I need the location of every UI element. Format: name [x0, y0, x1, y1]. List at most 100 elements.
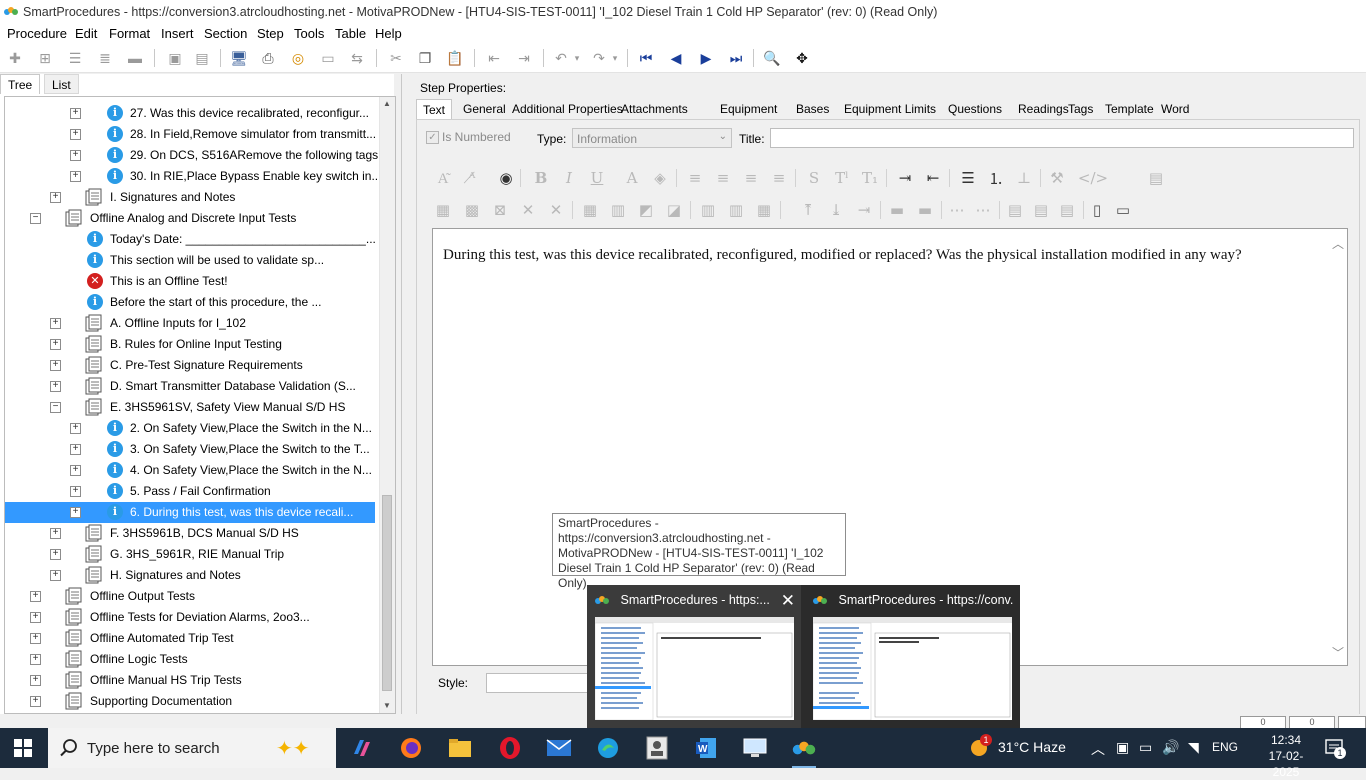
expand-icon[interactable]: + — [70, 465, 81, 476]
add-step-icon[interactable]: ✚ — [5, 48, 25, 68]
tree-row[interactable]: + i 5. Pass / Fail Confirmation — [5, 481, 375, 502]
volume-icon[interactable]: 🔊 — [1162, 739, 1179, 756]
taskbar-search-box[interactable]: Type here to search ✦✦ — [48, 728, 336, 768]
insert-row-below-icon[interactable]: ⤓ — [826, 200, 846, 220]
next-step-icon[interactable]: ▶ — [696, 48, 716, 68]
tab-list[interactable]: List — [44, 74, 79, 94]
insert-col-left-icon[interactable]: ▥ — [698, 200, 718, 220]
scroll-thumb[interactable] — [382, 495, 392, 691]
publish-icon[interactable]: ◎ — [288, 48, 308, 68]
battery-icon[interactable]: ▭ — [1139, 739, 1152, 756]
tree-row[interactable]: + B. Rules for Online Input Testing — [5, 334, 375, 355]
merge-cells-icon[interactable]: ▥ — [608, 200, 628, 220]
code-icon[interactable]: </> — [1078, 168, 1108, 188]
expand-icon[interactable]: + — [70, 423, 81, 434]
bullet-list-icon[interactable]: ☰ — [958, 168, 978, 188]
numbered-list-icon[interactable]: ⒈ — [986, 168, 1006, 188]
valign-middle-icon[interactable]: ▤ — [1031, 200, 1051, 220]
tree-row[interactable]: + Offline Automated Trip Test — [5, 628, 375, 649]
previous-step-icon[interactable]: ◀ — [666, 48, 686, 68]
tab-equipment[interactable]: Equipment — [714, 99, 783, 119]
align-left-icon[interactable]: ≡ — [685, 168, 705, 188]
bold-icon[interactable]: B — [531, 168, 551, 188]
remove-icon[interactable]: ▬ — [125, 48, 145, 68]
expand-icon[interactable]: + — [30, 591, 41, 602]
expand-icon[interactable]: + — [50, 570, 61, 581]
tab-additional-properties[interactable]: Additional Properties — [506, 99, 629, 119]
tab-text[interactable]: Text — [416, 99, 453, 119]
tree-row[interactable]: + i 3. On Safety View,Place the Switch to … — [5, 439, 375, 460]
align-right-icon[interactable]: ≡ — [741, 168, 761, 188]
language-indicator[interactable]: ENG — [1212, 740, 1238, 754]
tab-tags[interactable]: Tags — [1062, 99, 1099, 119]
tree-row[interactable]: + i 2. On Safety View,Place the Switch in … — [5, 418, 375, 439]
tree-row[interactable]: + Offline Logic Tests — [5, 649, 375, 670]
list-icon[interactable]: ☰ — [65, 48, 85, 68]
expand-icon[interactable]: + — [70, 486, 81, 497]
tree-row[interactable]: + i 6. During this test, was this device r… — [5, 502, 375, 523]
expand-icon[interactable]: + — [50, 549, 61, 560]
save-all-icon[interactable]: ▤ — [192, 48, 212, 68]
spell-check-all-icon[interactable]: ᴬ̸ — [462, 168, 482, 188]
justify-icon[interactable]: ≡ — [769, 168, 789, 188]
opera-icon[interactable] — [496, 734, 524, 762]
tree-row[interactable]: + H. Signatures and Notes — [5, 565, 375, 586]
collapse-icon[interactable]: − — [30, 213, 41, 224]
menu-table[interactable]: Table — [335, 26, 366, 41]
tree-row[interactable]: + i 30. In RIE,Place Bypass Enable key swi… — [5, 166, 381, 187]
tree-row[interactable]: i Before the start of this procedure, the… — [5, 292, 375, 313]
windows-start-icon[interactable] — [14, 739, 32, 757]
cut-icon[interactable]: ✂ — [386, 48, 406, 68]
distribute-cols-icon[interactable]: ⋯ — [973, 200, 993, 220]
indent-list-icon[interactable]: ≣ — [95, 48, 115, 68]
menu-edit[interactable]: Edit — [75, 26, 97, 41]
spell-check-icon[interactable]: A͂ — [433, 168, 453, 188]
add-substep-icon[interactable]: ⊞ — [35, 48, 55, 68]
page-icon[interactable]: ▤ — [1146, 168, 1166, 188]
tree-row[interactable]: i This section will be used to validate s… — [5, 250, 375, 271]
expand-icon[interactable]: + — [50, 318, 61, 329]
tab-attachments[interactable]: Attachments — [615, 99, 694, 119]
tree-row[interactable]: + Offline Tests for Deviation Alarms, 2oo… — [5, 607, 375, 628]
move-row-icon[interactable]: ⇥ — [854, 200, 874, 220]
remote-desktop-icon[interactable] — [741, 734, 769, 762]
save-icon[interactable]: ▣ — [165, 48, 185, 68]
firefox-icon[interactable] — [397, 734, 425, 762]
table-icon[interactable]: ▦ — [433, 200, 453, 220]
valign-bottom-icon[interactable]: ▤ — [1057, 200, 1077, 220]
tree-row[interactable]: + i 27. Was this device recalibrated, reco… — [5, 103, 375, 124]
highlight-icon[interactable]: ◉ — [496, 168, 516, 188]
tab-bases[interactable]: Bases — [790, 99, 835, 119]
chevron-up-icon[interactable]: ︿ — [1332, 235, 1344, 252]
step-text-content[interactable]: During this test, was this device recali… — [443, 245, 1327, 265]
undo-dropdown-icon[interactable]: ▾ — [567, 48, 587, 68]
chevron-down-icon[interactable]: ﹀ — [1332, 644, 1344, 661]
indent-icon[interactable]: ⇥ — [514, 48, 534, 68]
menu-step[interactable]: Step — [257, 26, 284, 41]
expand-icon[interactable]: + — [70, 171, 81, 182]
find-icon[interactable]: 🔍 — [762, 48, 782, 68]
input-field-icon[interactable]: ▭ — [1113, 200, 1133, 220]
delete-table-icon[interactable]: ⊠ — [490, 200, 510, 220]
expand-icon[interactable]: + — [70, 129, 81, 140]
mail-icon[interactable] — [545, 734, 573, 762]
align-center-icon[interactable]: ≡ — [713, 168, 733, 188]
expand-icon[interactable]: + — [30, 675, 41, 686]
tree-row[interactable]: + G. 3HS_5961R, RIE Manual Trip — [5, 544, 375, 565]
expand-icon[interactable]: + — [30, 696, 41, 707]
cell-border-icon[interactable]: ◪ — [664, 200, 684, 220]
network-icon[interactable]: ◥ — [1188, 739, 1199, 756]
menu-format[interactable]: Format — [109, 26, 150, 41]
row-height-icon[interactable]: ▬ — [887, 200, 907, 220]
copy-icon[interactable]: ❐ — [415, 48, 435, 68]
tree-row[interactable]: + F. 3HS5961B, DCS Manual S/D HS — [5, 523, 375, 544]
tree-row[interactable]: + i 4. On Safety View,Place the Switch in … — [5, 460, 375, 481]
tree-row[interactable]: + C. Pre-Test Signature Requirements — [5, 355, 375, 376]
menu-help[interactable]: Help — [375, 26, 402, 41]
expand-icon[interactable]: + — [50, 360, 61, 371]
grid-icon[interactable]: ▦ — [754, 200, 774, 220]
insert-col-right-icon[interactable]: ▥ — [726, 200, 746, 220]
copilot-icon[interactable] — [348, 734, 376, 762]
system-clock[interactable]: 12:34 17-02-2025 — [1262, 732, 1310, 780]
tree-row[interactable]: + A. Offline Inputs for I_102 — [5, 313, 375, 334]
